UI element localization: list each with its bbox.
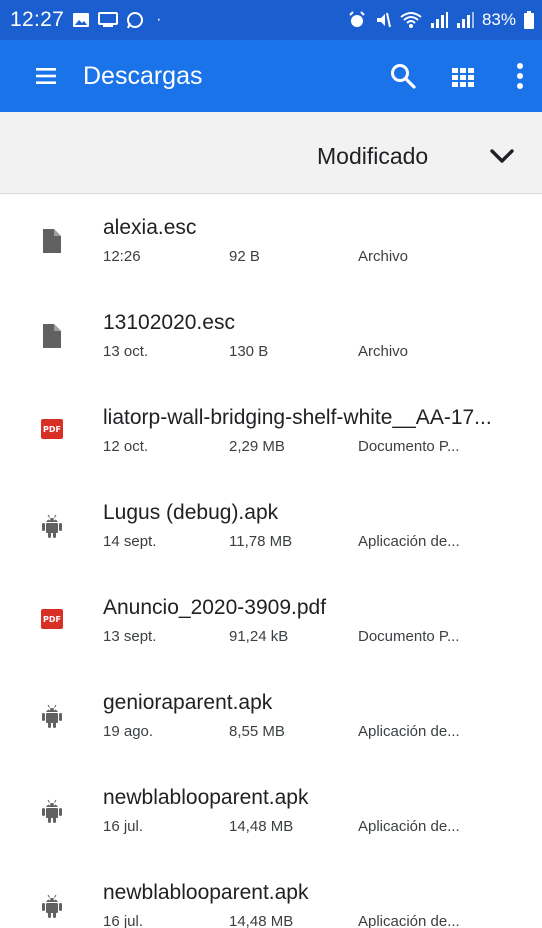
menu-button[interactable] (34, 64, 58, 88)
file-name: liatorp-wall-bridging-shelf-white__AA-17… (103, 406, 492, 429)
file-size: 130 B (229, 343, 269, 360)
status-bar: 12:27 · 83% (0, 0, 542, 40)
file-date: 16 jul. (103, 913, 144, 928)
file-size: 14,48 MB (229, 818, 294, 835)
battery-percent: 83% (481, 10, 516, 29)
file-date: 12 oct. (103, 438, 149, 455)
more-options-button[interactable] (510, 61, 530, 91)
mute-icon (374, 11, 392, 29)
file-row[interactable]: newblablooparent.apk 16 jul. 14,48 MB Aplic… (0, 764, 542, 858)
grid-view-button[interactable] (451, 65, 475, 89)
wifi-icon (400, 11, 422, 29)
file-date: 12:26 (103, 248, 141, 265)
chevron-down-icon (490, 149, 514, 163)
android-icon (40, 513, 64, 539)
status-left: 12:27 · (10, 8, 161, 32)
grid-view-icon (452, 68, 474, 87)
file-name: Anuncio_2020-3909.pdf (103, 596, 327, 619)
search-button[interactable] (389, 62, 417, 90)
file-name: genioraparent.apk (103, 691, 273, 714)
file-row[interactable]: newblablooparent.apk 16 jul. 14,48 MB Aplic… (0, 859, 542, 928)
file-type: Documento P... (358, 438, 460, 455)
file-type: Aplicación de... (358, 913, 460, 928)
file-date: 13 sept. (103, 628, 157, 645)
file-type: Archivo (358, 343, 409, 360)
file-name: newblablooparent.apk (103, 881, 309, 904)
file-row[interactable]: Lugus (debug).apk 14 sept. 11,78 MB Aplicac… (0, 479, 542, 573)
alarm-icon (348, 11, 366, 29)
more-vert-icon (517, 63, 523, 89)
status-dot: · (156, 11, 162, 28)
file-name: alexia.esc (103, 216, 197, 239)
file-type: Aplicación de... (358, 533, 460, 550)
pdf-badge-label: PDF (43, 424, 61, 434)
file-row[interactable]: PDF liatorp-wall-bridging-shelf-white__AA… (0, 384, 542, 478)
sort-label[interactable]: Modificado (317, 143, 428, 170)
search-icon (391, 64, 416, 89)
file-row[interactable]: genioraparent.apk 19 ago. 8,55 MB Aplicació… (0, 669, 542, 763)
file-type: Aplicación de... (358, 818, 460, 835)
whatsapp-icon (126, 11, 144, 29)
android-icon (40, 893, 64, 919)
image-icon (72, 12, 90, 28)
menu-icon (36, 68, 56, 84)
file-icon (40, 228, 64, 254)
file-type: Aplicación de... (358, 723, 460, 740)
file-date: 19 ago. (103, 723, 154, 740)
app-bar: Descargas (0, 40, 542, 112)
screen: 12:27 · 83% Descargas Modificado alexia.… (0, 0, 542, 928)
pdf-icon: PDF (41, 609, 63, 629)
file-icon (40, 323, 64, 349)
file-row[interactable]: 13102020.esc 13 oct. 130 B Archivo (0, 289, 542, 383)
file-size: 14,48 MB (229, 913, 294, 928)
signal-2-icon (456, 11, 474, 29)
file-size: 91,24 kB (229, 628, 289, 645)
pdf-icon: PDF (41, 419, 63, 439)
file-name: newblablooparent.apk (103, 786, 309, 809)
status-right: 83% (348, 10, 534, 30)
file-size: 11,78 MB (229, 533, 293, 550)
sort-toggle-button[interactable] (489, 147, 515, 167)
file-date: 14 sept. (103, 533, 157, 550)
file-type: Archivo (358, 248, 409, 265)
android-icon (40, 798, 64, 824)
page-title: Descargas (83, 62, 203, 90)
file-row[interactable]: PDF Anuncio_2020-3909.pdf 13 sept. 91,24 kB… (0, 574, 542, 668)
file-row[interactable]: alexia.esc 12:26 92 B Archivo (0, 194, 542, 288)
file-size: 8,55 MB (229, 723, 285, 740)
sort-bar: Modificado (0, 112, 542, 194)
cast-icon (98, 12, 119, 28)
file-size: 92 B (229, 248, 260, 265)
file-type: Documento P... (358, 628, 460, 645)
battery-icon (524, 11, 534, 29)
android-icon (40, 703, 64, 729)
file-size: 2,29 MB (229, 438, 285, 455)
status-time: 12:27 (10, 8, 65, 31)
file-date: 13 oct. (103, 343, 149, 360)
pdf-badge-label: PDF (43, 614, 61, 624)
signal-icon (430, 11, 448, 29)
file-date: 16 jul. (103, 818, 144, 835)
file-name: 13102020.esc (103, 311, 235, 334)
file-name: Lugus (debug).apk (103, 501, 279, 524)
